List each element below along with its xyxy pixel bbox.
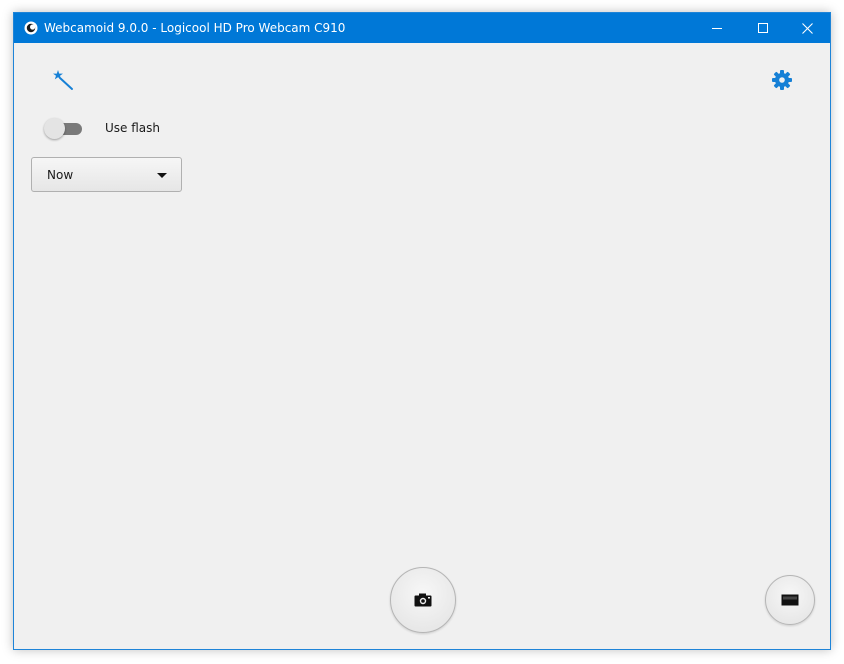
camera-icon xyxy=(414,593,432,607)
toggle-thumb xyxy=(44,118,65,139)
window-title: Webcamoid 9.0.0 - Logicool HD Pro Webcam… xyxy=(44,21,346,35)
app-window: Webcamoid 9.0.0 - Logicool HD Pro Webcam… xyxy=(13,12,831,650)
gear-icon[interactable] xyxy=(771,69,793,91)
timer-dropdown[interactable]: Now xyxy=(31,157,182,192)
chevron-down-icon xyxy=(157,173,167,178)
video-record-icon xyxy=(781,594,799,606)
take-photo-button[interactable] xyxy=(390,567,456,633)
close-button[interactable] xyxy=(784,13,830,43)
timer-selected-value: Now xyxy=(47,168,74,182)
webcamoid-logo-icon xyxy=(24,21,38,35)
minimize-button[interactable] xyxy=(694,13,740,43)
maximize-button[interactable] xyxy=(740,13,786,43)
minimize-icon xyxy=(712,28,722,29)
maximize-icon xyxy=(758,23,768,33)
title-bar[interactable]: Webcamoid 9.0.0 - Logicool HD Pro Webcam… xyxy=(14,13,830,43)
use-flash-toggle[interactable] xyxy=(44,118,82,140)
use-flash-label: Use flash xyxy=(105,121,161,135)
record-video-button[interactable] xyxy=(765,575,815,625)
magic-wand-icon[interactable] xyxy=(52,69,74,91)
close-icon xyxy=(801,22,813,34)
